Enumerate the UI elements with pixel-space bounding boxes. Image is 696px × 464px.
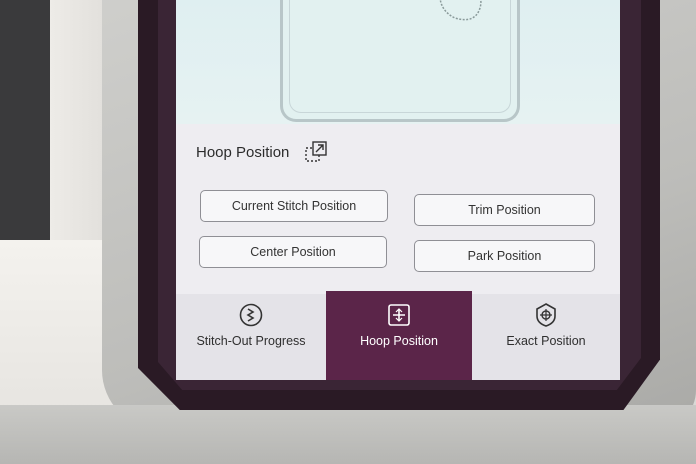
tab-label: Stitch-Out Progress [196,334,306,348]
tab-stitch-out-progress[interactable]: Stitch-Out Progress [176,294,326,380]
touch-screen: Hoop Position Current Stitch Position Tr… [176,0,620,380]
background-shadow [0,0,50,240]
tab-label: Hoop Position [360,334,438,348]
tab-exact-position[interactable]: Exact Position [472,294,620,380]
park-position-button[interactable]: Park Position [414,240,595,272]
current-stitch-position-button[interactable]: Current Stitch Position [200,190,388,222]
bottom-tab-bar: Stitch-Out Progress Hoop Position Exact … [176,291,620,380]
tab-hoop-position[interactable]: Hoop Position [326,291,472,380]
progress-icon [239,303,263,327]
expand-arrow-icon[interactable] [304,140,328,164]
machine-bezel-bottom [0,405,696,464]
design-stitch-preview [439,0,482,21]
tab-label: Exact Position [506,334,586,348]
center-position-button[interactable]: Center Position [199,236,387,268]
hoop-position-panel: Hoop Position Current Stitch Position Tr… [176,124,620,294]
panel-title: Hoop Position [196,144,290,161]
trim-position-button[interactable]: Trim Position [414,194,595,226]
embroidery-canvas[interactable] [176,0,620,124]
hoop-outline [280,0,520,122]
exact-position-icon [536,303,556,327]
hoop-position-icon [388,304,410,326]
